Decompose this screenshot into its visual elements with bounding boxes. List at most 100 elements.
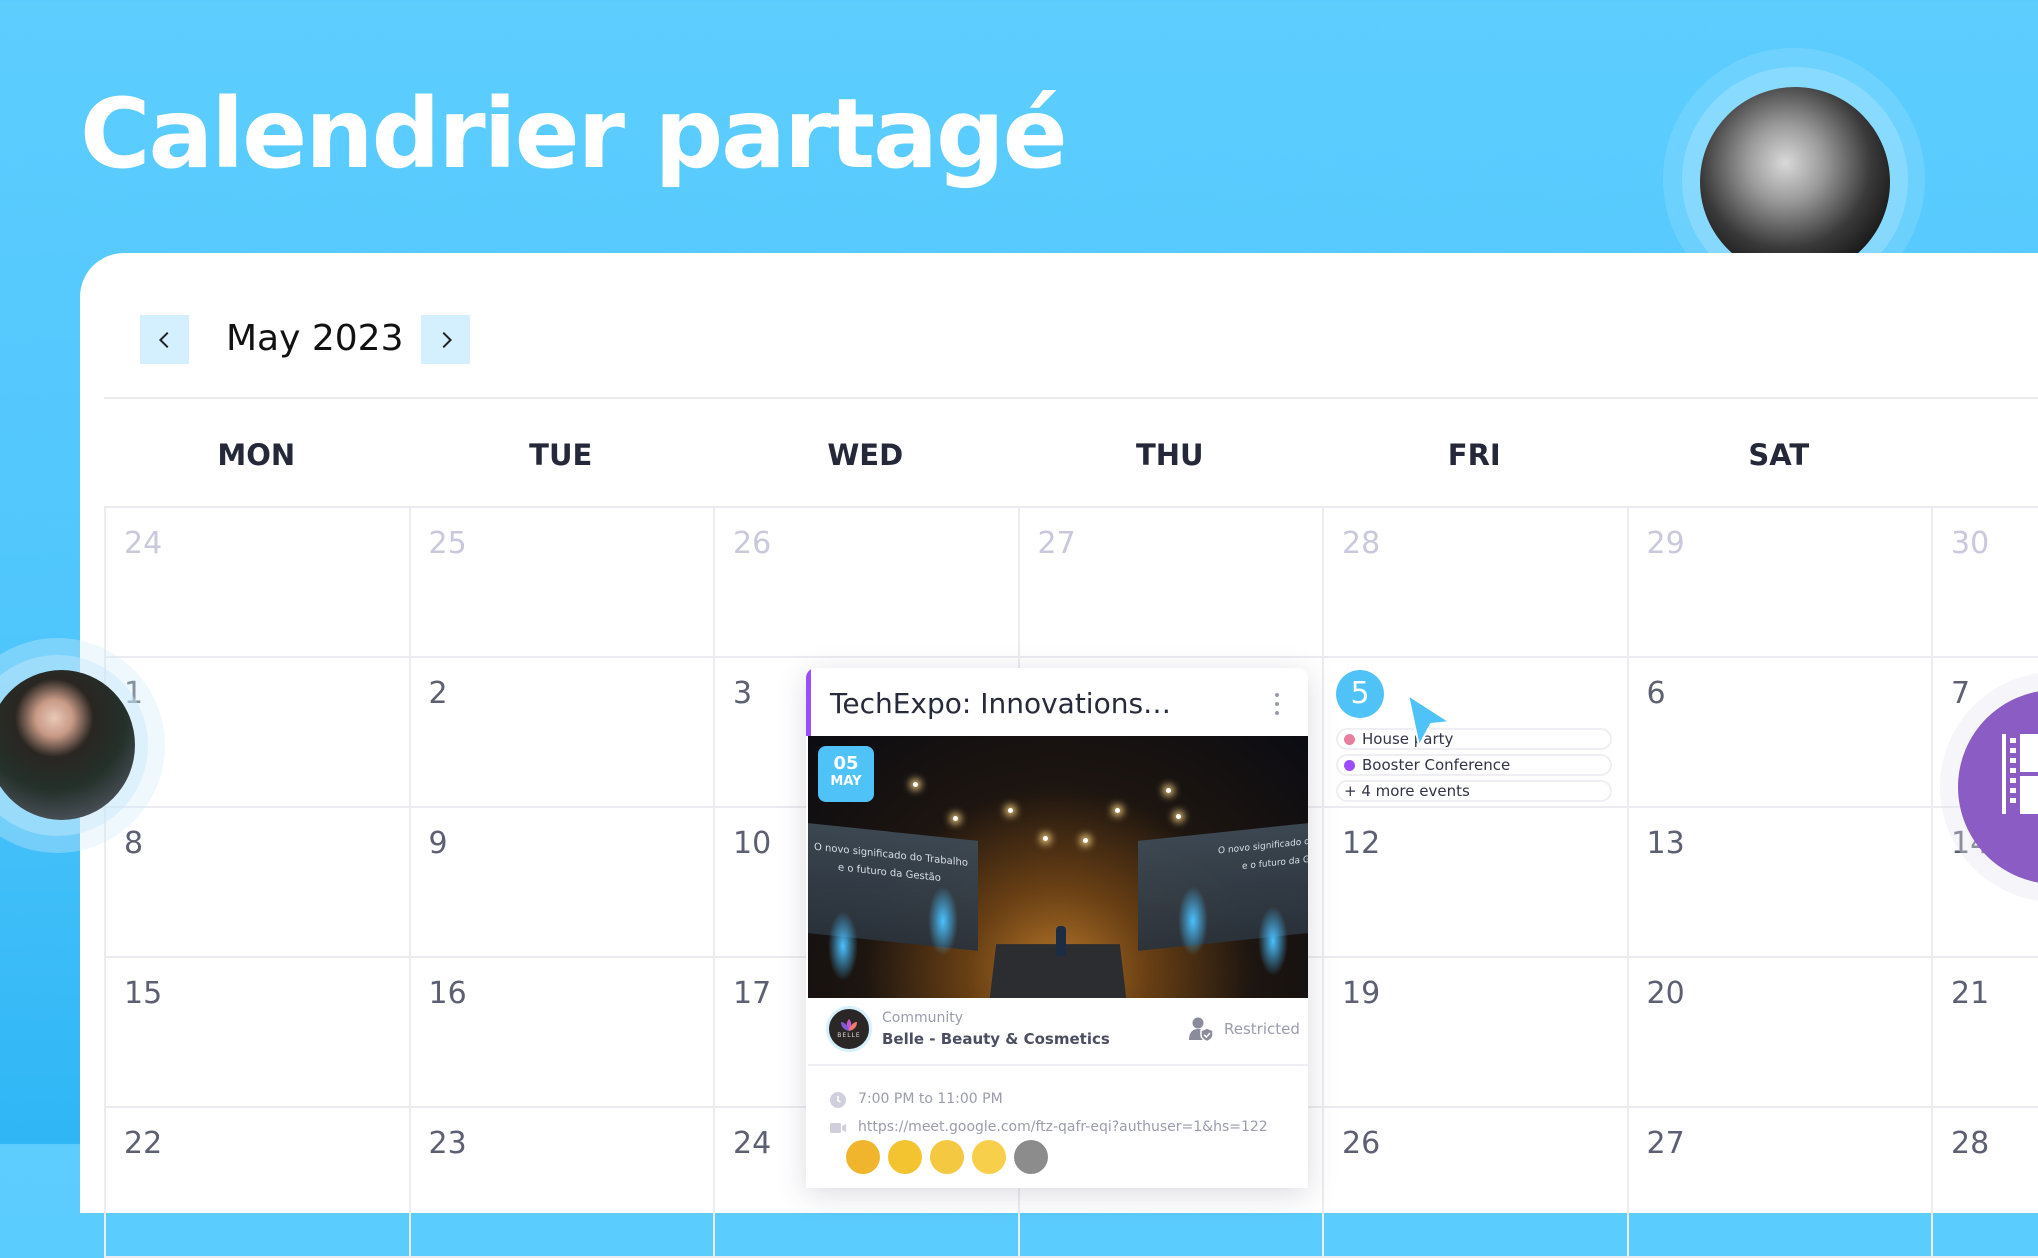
calendar-day-cell[interactable]: 29 xyxy=(1626,508,1931,658)
more-events-link[interactable]: + 4 more events xyxy=(1336,780,1612,802)
day-number: 24 xyxy=(733,1126,772,1161)
calendar-day-cell[interactable]: 26 xyxy=(1322,1108,1627,1258)
next-month-button[interactable] xyxy=(421,315,470,364)
image-light xyxy=(913,782,918,787)
day-number: 17 xyxy=(733,976,772,1011)
day-number: 15 xyxy=(124,976,163,1011)
attendee-avatar[interactable] xyxy=(972,1140,1006,1174)
today-badge[interactable]: 5 xyxy=(1336,670,1384,718)
weekday-wed: WED xyxy=(827,438,904,472)
calendar-day-cell[interactable]: 15 xyxy=(104,958,409,1108)
image-caption-right-1: O novo significado do Trabalho xyxy=(1218,832,1308,857)
event-cover-image: O novo significado do Trabalho e o futur… xyxy=(808,736,1308,998)
clock-icon xyxy=(830,1092,846,1108)
day-number: 28 xyxy=(1951,1126,1990,1161)
calendar-day-cell[interactable]: 9 xyxy=(408,808,713,958)
image-light xyxy=(1043,836,1048,841)
visibility-label: Restricted xyxy=(1224,1020,1300,1038)
calendar-day-cell[interactable]: 19 xyxy=(1322,958,1627,1108)
day-number: 27 xyxy=(1646,1126,1685,1161)
image-light xyxy=(1008,808,1013,813)
image-light xyxy=(1083,838,1088,843)
calendar-day-cell[interactable]: 20 xyxy=(1626,958,1931,1108)
day-number: 12 xyxy=(1342,826,1381,861)
calendar-day-cell[interactable]: 8 xyxy=(104,808,409,958)
image-light xyxy=(1176,814,1181,819)
image-speaker xyxy=(1056,926,1066,956)
calendar-day-cell[interactable]: 22 xyxy=(104,1108,409,1258)
day-number: 20 xyxy=(1646,976,1685,1011)
calendar-day-cell[interactable]: 12 xyxy=(1322,808,1627,958)
organizer-logo-text: BELLE xyxy=(837,1032,861,1039)
header-divider xyxy=(104,397,2038,399)
image-light xyxy=(1178,886,1208,956)
event-card[interactable]: TechExpo: Innovations… O novo significad… xyxy=(806,668,1308,1188)
day-number: 13 xyxy=(1646,826,1685,861)
page-title: Calendrier partagé xyxy=(80,78,1068,190)
attendee-avatar[interactable] xyxy=(888,1140,922,1174)
calendar-day-cell[interactable]: 27 xyxy=(1017,508,1322,658)
attendee-avatar[interactable] xyxy=(930,1140,964,1174)
user-avatar-top[interactable] xyxy=(1700,87,1890,277)
chevron-right-icon xyxy=(442,331,452,348)
more-options-icon[interactable] xyxy=(1272,688,1282,720)
calendar-day-cell[interactable]: 5 House party Booster Conference + 4 more e… xyxy=(1322,658,1627,808)
day-number: 7 xyxy=(1951,676,1971,711)
event-pill-label: Booster Conference xyxy=(1362,756,1511,774)
calendar-day-cell[interactable]: 27 xyxy=(1626,1108,1931,1258)
image-light xyxy=(1115,808,1120,813)
attendee-avatar[interactable] xyxy=(1014,1140,1048,1174)
day-number: 21 xyxy=(1951,976,1990,1011)
chevron-left-icon xyxy=(158,331,168,348)
calendar-day-cell[interactable]: 23 xyxy=(408,1108,713,1258)
calendar-day-cell[interactable]: 30 xyxy=(1931,508,2038,658)
previous-month-button[interactable] xyxy=(140,315,189,364)
weekday-thu: THU xyxy=(1135,438,1204,472)
event-color-dot xyxy=(1344,760,1355,771)
organizer-logo[interactable]: BELLE xyxy=(826,1006,872,1052)
day-number: 26 xyxy=(1342,1126,1381,1161)
day-number: 2 xyxy=(428,676,448,711)
day-number: 23 xyxy=(428,1126,467,1161)
image-light xyxy=(953,816,958,821)
organizer-label: Community xyxy=(882,1010,964,1026)
day-number: 29 xyxy=(1646,526,1685,561)
image-light xyxy=(1166,788,1171,793)
event-pill[interactable]: House party xyxy=(1336,728,1612,750)
event-color-dot xyxy=(1344,734,1355,745)
day-number: 26 xyxy=(733,526,772,561)
day-number: 25 xyxy=(428,526,467,561)
day-number: 19 xyxy=(1342,976,1381,1011)
event-title[interactable]: TechExpo: Innovations… xyxy=(830,684,1171,724)
month-label: May 2023 xyxy=(226,318,404,359)
calendar-day-cell[interactable]: 21 xyxy=(1931,958,2038,1108)
calendar-day-cell[interactable]: 24 xyxy=(104,508,409,658)
weekday-fri: FRI xyxy=(1447,438,1501,472)
calendar-day-cell[interactable]: 26 xyxy=(713,508,1018,658)
lotus-icon xyxy=(841,1019,857,1031)
calendar-day-cell[interactable]: 6 xyxy=(1626,658,1931,808)
day-number: 22 xyxy=(124,1126,163,1161)
restricted-user-shield-icon xyxy=(1189,1017,1214,1042)
day-number: 9 xyxy=(428,826,448,861)
meeting-link[interactable]: https://meet.google.com/ftz-qafr-eqi?aut… xyxy=(858,1119,1268,1135)
image-caption-right-2: e o futuro da Gestão xyxy=(1242,852,1308,873)
day-number: 28 xyxy=(1342,526,1381,561)
image-light xyxy=(1258,906,1288,976)
calendar-day-cell[interactable]: 25 xyxy=(408,508,713,658)
calendar-day-cell[interactable]: 2 xyxy=(408,658,713,808)
weekday-sat: SAT xyxy=(1748,438,1810,472)
mouse-cursor-icon xyxy=(1407,694,1451,747)
event-pill[interactable]: Booster Conference xyxy=(1336,754,1612,776)
calendar-day-cell[interactable]: 28 xyxy=(1322,508,1627,658)
day-number: 24 xyxy=(124,526,163,561)
image-light xyxy=(828,911,858,981)
attendee-avatar[interactable] xyxy=(846,1140,880,1174)
day-number: 10 xyxy=(733,826,772,861)
event-card-divider xyxy=(808,1064,1308,1066)
calendar-day-cell[interactable]: 28 xyxy=(1931,1108,2038,1258)
calendar-day-cell[interactable]: 16 xyxy=(408,958,713,1108)
calendar-day-cell[interactable]: 13 xyxy=(1626,808,1931,958)
weekday-tue: TUE xyxy=(529,438,593,472)
organizer-name[interactable]: Belle - Beauty & Cosmetics xyxy=(882,1030,1110,1048)
